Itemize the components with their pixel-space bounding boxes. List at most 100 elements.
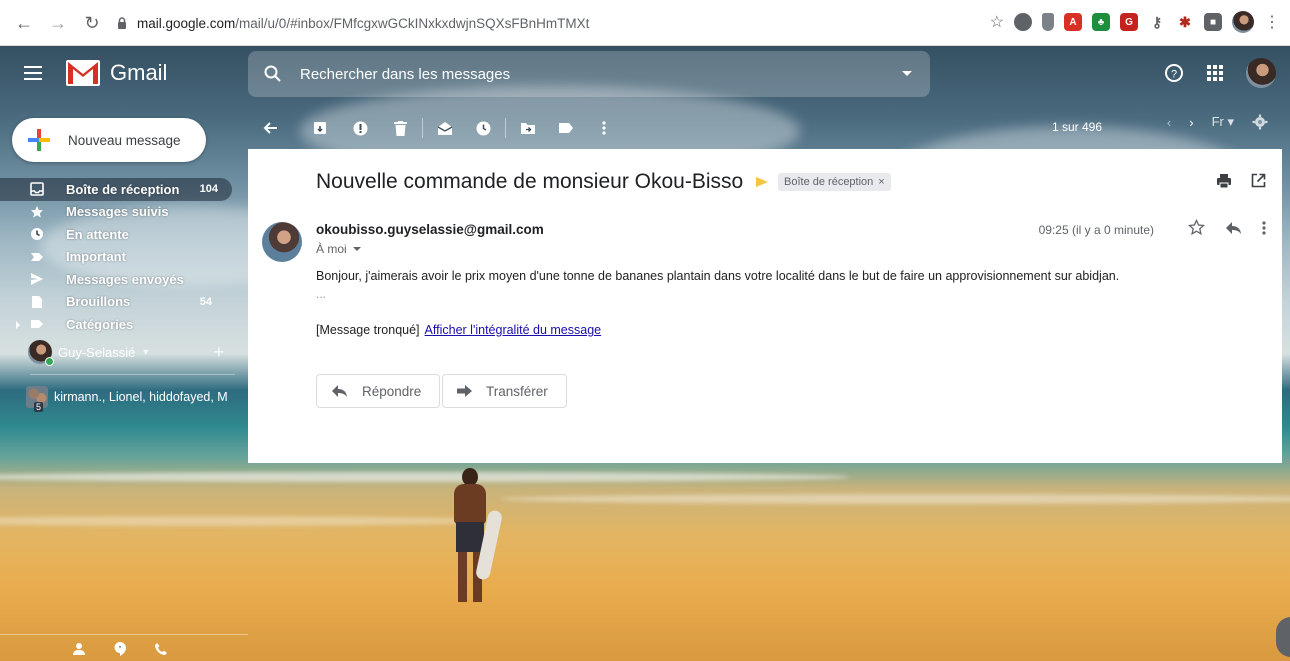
sidebar-item-snoozed[interactable]: En attente: [0, 223, 240, 246]
message-toolbar: 1 sur 496 ‹ › Fr ▾: [248, 108, 1282, 148]
bug-extension-icon[interactable]: ✱: [1176, 13, 1194, 31]
abp-extension-icon[interactable]: A: [1064, 13, 1082, 31]
sidebar-nav: Boîte de réception 104 Messages suivis E…: [0, 178, 240, 336]
search-options-icon[interactable]: [902, 71, 912, 76]
move-to-icon[interactable]: [514, 114, 542, 142]
browser-toolbar: ← → ↻ mail.google.com/mail/u/0/#inbox/FM…: [0, 0, 1290, 46]
delete-icon[interactable]: [386, 114, 414, 142]
extensions-area: ☆ A ♣ G ⚷ ✱ ■ ⋮: [990, 11, 1280, 33]
hangouts-user[interactable]: Guy-Selassié ▼ +: [28, 340, 238, 366]
main-menu-icon[interactable]: [24, 66, 42, 80]
recipients-text: À moi: [316, 242, 347, 256]
sidebar-item-sent[interactable]: Messages envoyés: [0, 268, 240, 291]
compose-button[interactable]: Nouveau message: [12, 118, 206, 162]
labels-icon[interactable]: [552, 114, 580, 142]
print-icon[interactable]: [1216, 173, 1232, 189]
expand-arrow-icon[interactable]: [16, 321, 20, 329]
add-contact-icon[interactable]: +: [213, 342, 224, 363]
sidebar-item-label: Catégories: [66, 316, 134, 332]
sidebar-item-important[interactable]: Important: [0, 246, 240, 269]
recipients-toggle[interactable]: À moi: [316, 242, 361, 256]
truncated-notice: [Message tronqué] Afficher l'intégralité …: [316, 323, 601, 337]
drive-extension-icon[interactable]: [1014, 13, 1032, 31]
open-new-window-icon[interactable]: [1251, 173, 1266, 188]
address-bar[interactable]: mail.google.com/mail/u/0/#inbox/FMfcgxwG…: [115, 9, 985, 37]
input-tools-label: Fr: [1211, 114, 1224, 129]
hangouts-group-conversation[interactable]: 5 kirmann., Lionel, hiddofayed, M: [26, 386, 228, 412]
toolbar-right: ‹ › Fr ▾: [1167, 114, 1268, 130]
browser-profile-avatar[interactable]: [1232, 11, 1254, 33]
clock-icon: [30, 227, 44, 241]
hangouts-chat-icon[interactable]: ": [112, 641, 128, 657]
search-icon[interactable]: [264, 65, 282, 83]
show-trimmed-content[interactable]: ...: [316, 287, 326, 301]
message-panel: Nouvelle commande de monsieur Okou-Bisso…: [248, 149, 1282, 463]
reply-icon[interactable]: [1225, 221, 1242, 235]
forward-button-icon: [457, 385, 472, 397]
important-marker-icon[interactable]: [756, 177, 768, 187]
message-actions: [1188, 219, 1266, 236]
sidebar-item-inbox[interactable]: Boîte de réception 104: [0, 178, 232, 201]
label-icon: [30, 317, 44, 331]
hangouts-user-caret-icon[interactable]: ▼: [141, 347, 150, 357]
phone-icon[interactable]: [154, 642, 168, 656]
sidebar-item-starred[interactable]: Messages suivis: [0, 201, 240, 224]
key-extension-icon[interactable]: ⚷: [1148, 13, 1166, 31]
star-message-icon[interactable]: [1188, 219, 1205, 236]
input-tools-button[interactable]: Fr ▾: [1212, 114, 1234, 130]
mark-unread-icon[interactable]: [431, 114, 459, 142]
back-to-inbox-icon[interactable]: [256, 114, 284, 142]
sidebar-item-drafts[interactable]: Brouillons 54: [0, 291, 240, 314]
snooze-icon[interactable]: [469, 114, 497, 142]
star-icon: [30, 205, 44, 219]
more-options-icon[interactable]: [590, 114, 618, 142]
tool-extension-icon[interactable]: ■: [1204, 13, 1222, 31]
sender-email[interactable]: okoubisso.guyselassie@gmail.com: [316, 222, 544, 237]
sidebar-item-categories[interactable]: Catégories: [0, 313, 240, 336]
message-body: Bonjour, j'aimerais avoir le prix moyen …: [316, 269, 1120, 283]
group-count-badge: 5: [34, 402, 44, 412]
show-full-message-link[interactable]: Afficher l'intégralité du message: [425, 323, 602, 337]
sender-avatar[interactable]: [262, 222, 302, 262]
archive-icon[interactable]: [306, 114, 334, 142]
previous-message-icon[interactable]: ‹: [1167, 115, 1171, 130]
url-host: mail.google.com: [137, 15, 236, 31]
green-extension-icon[interactable]: ♣: [1092, 13, 1110, 31]
shield-extension-icon[interactable]: [1042, 13, 1054, 31]
apps-grid-icon[interactable]: [1206, 64, 1224, 82]
person-icon[interactable]: [72, 642, 86, 656]
bookmark-star-icon[interactable]: ☆: [990, 12, 1004, 32]
settings-gear-icon[interactable]: [1252, 114, 1268, 130]
back-icon[interactable]: ←: [10, 9, 38, 37]
inbox-icon: [30, 182, 44, 197]
inbox-label-chip[interactable]: Boîte de réception ×: [778, 173, 891, 191]
url-path: /mail/u/0/#inbox/FMfcgxwGCkINxkxdwjnSQXs…: [235, 15, 590, 31]
side-panel-toggle[interactable]: [1276, 617, 1290, 657]
browser-menu-icon[interactable]: ⋮: [1264, 12, 1280, 32]
search-bar[interactable]: [248, 51, 930, 97]
svg-text:?: ?: [1171, 69, 1177, 81]
search-input[interactable]: [300, 65, 860, 83]
reply-button-icon: [331, 384, 348, 398]
next-message-icon[interactable]: ›: [1189, 115, 1193, 130]
message-time: 09:25 (il y a 0 minute): [1038, 223, 1154, 237]
message-subject: Nouvelle commande de monsieur Okou-Bisso: [316, 170, 744, 193]
message-more-icon[interactable]: [1262, 220, 1266, 235]
lock-icon: [118, 17, 126, 29]
important-icon: [30, 250, 44, 264]
gmail-logo[interactable]: Gmail: [66, 60, 167, 86]
sidebar-item-label: En attente: [66, 226, 129, 242]
report-spam-icon[interactable]: [346, 114, 374, 142]
red-extension-icon[interactable]: G: [1120, 13, 1138, 31]
sidebar-item-label: Boîte de réception: [66, 181, 180, 197]
help-icon[interactable]: ?: [1164, 63, 1184, 83]
reload-icon[interactable]: ↻: [78, 9, 106, 37]
remove-label-icon[interactable]: ×: [878, 176, 884, 188]
forward-button[interactable]: Transférer: [442, 374, 567, 408]
sidebar-item-label: Messages envoyés: [66, 271, 184, 287]
surfer-figure: [448, 468, 504, 608]
reply-button[interactable]: Répondre: [316, 374, 441, 408]
account-avatar[interactable]: [1246, 58, 1276, 88]
forward-icon[interactable]: →: [44, 9, 72, 37]
reply-button-label: Répondre: [362, 383, 422, 399]
